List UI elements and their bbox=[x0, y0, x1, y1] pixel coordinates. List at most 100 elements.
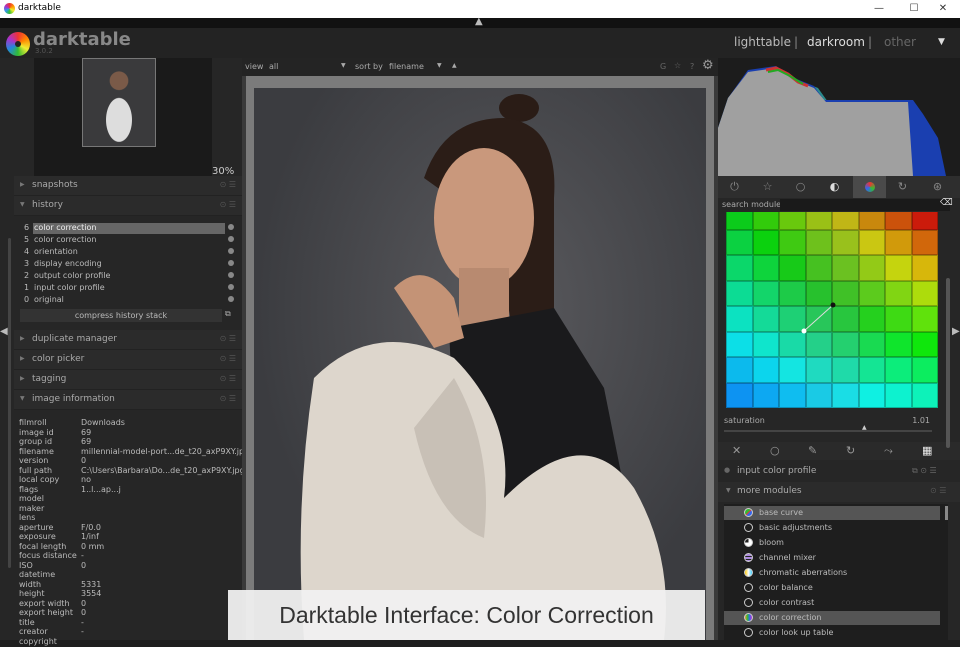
circle-icon[interactable]: ○ bbox=[770, 444, 780, 457]
reset-icon[interactable]: ⊙ ☰ bbox=[930, 486, 946, 495]
effect-group-tab-icon[interactable]: ⊛ bbox=[921, 176, 954, 198]
section-duplicate-manager[interactable]: ▶ duplicate manager ⊙ ☰ bbox=[14, 330, 242, 350]
expand-arrow-icon: ▶ bbox=[20, 355, 25, 362]
reset-icon[interactable]: ⊙ ☰ bbox=[220, 394, 236, 403]
view-darkroom[interactable]: darkroom bbox=[807, 35, 865, 49]
info-value: 0 bbox=[81, 608, 87, 617]
pencil-icon[interactable]: ✎ bbox=[808, 444, 817, 457]
section-history[interactable]: ▼ history ⊙ ☰ bbox=[14, 196, 242, 216]
basic-group-tab-circle-icon[interactable]: ○ bbox=[784, 176, 817, 198]
copy-history-icon[interactable]: ⧉ bbox=[225, 309, 235, 322]
info-value: F/0.0 bbox=[81, 522, 102, 532]
sort-direction-toggle[interactable]: ▲ bbox=[452, 62, 457, 69]
history-item[interactable]: 2 output color profile bbox=[24, 271, 234, 283]
grouping-button[interactable]: G bbox=[660, 62, 666, 71]
module-item[interactable]: bloom bbox=[724, 536, 940, 550]
info-key: focal length bbox=[19, 541, 67, 551]
module-item[interactable]: color correction bbox=[724, 611, 940, 625]
sort-select[interactable]: filename bbox=[389, 62, 424, 71]
favorites-tab-star-icon[interactable]: ☆ bbox=[751, 176, 784, 198]
saturation-slider[interactable]: ▲ bbox=[724, 424, 932, 432]
reset-icon[interactable]: ⊙ ☰ bbox=[220, 354, 236, 363]
module-item[interactable]: color look up table bbox=[724, 626, 940, 640]
history-item[interactable]: 4 orientation bbox=[24, 247, 234, 259]
right-scrollbar[interactable] bbox=[946, 278, 950, 448]
module-item[interactable]: color contrast bbox=[724, 596, 940, 610]
section-snapshots[interactable]: ▶ snapshots ⊙ ☰ bbox=[14, 176, 242, 196]
correct-group-tab-icon[interactable]: ↻ bbox=[886, 176, 919, 198]
rotate-icon[interactable]: ↻ bbox=[846, 444, 855, 457]
active-modules-tab-power-icon[interactable]: ⏻ bbox=[718, 176, 751, 198]
modules-list-scrollbar[interactable] bbox=[945, 506, 948, 520]
search-module-input[interactable] bbox=[780, 199, 950, 211]
history-label: input color profile bbox=[34, 283, 105, 292]
info-value: Downloads bbox=[81, 418, 125, 427]
history-item[interactable]: 5 color correction bbox=[24, 235, 234, 247]
clear-search-icon[interactable]: ⌫ bbox=[940, 198, 953, 208]
histogram[interactable] bbox=[718, 58, 960, 176]
chromatic-icon bbox=[744, 568, 753, 577]
checker-icon[interactable]: ▦ bbox=[922, 444, 932, 457]
tone-group-tab-icon[interactable]: ◐ bbox=[818, 176, 851, 198]
module-item[interactable]: channel mixer bbox=[724, 551, 940, 565]
navigation-thumbnail[interactable] bbox=[82, 58, 156, 147]
module-on-icon bbox=[228, 224, 234, 230]
history-item[interactable]: 1 input color profile bbox=[24, 283, 234, 295]
saturation-value[interactable]: 1.01 bbox=[912, 416, 930, 425]
path-icon[interactable]: ⤳ bbox=[884, 444, 893, 458]
minimize-button[interactable]: — bbox=[862, 0, 896, 18]
saturation-label-text: saturation bbox=[724, 416, 765, 425]
view-lighttable[interactable]: lighttable bbox=[734, 35, 791, 49]
help-icon[interactable]: ? bbox=[690, 62, 694, 71]
section-color-picker[interactable]: ▶ color picker ⊙ ☰ bbox=[14, 350, 242, 370]
top-panel-toggle[interactable]: ▲ bbox=[0, 16, 960, 28]
info-value: 0 bbox=[81, 598, 87, 608]
color-group-tab-icon[interactable] bbox=[853, 176, 886, 198]
reset-icon[interactable]: ⊙ ☰ bbox=[220, 374, 236, 383]
module-item[interactable]: base curve bbox=[724, 506, 940, 520]
main-photo[interactable] bbox=[254, 88, 706, 640]
color-correction-points[interactable] bbox=[726, 212, 938, 412]
history-label: display encoding bbox=[34, 259, 102, 268]
module-actions-icon[interactable]: ⧉ ⊙ ☰ bbox=[912, 466, 937, 476]
slider-handle-icon[interactable]: ▲ bbox=[862, 424, 867, 431]
star-overlay-icon[interactable]: ☆ bbox=[674, 61, 681, 70]
views-dropdown-icon[interactable]: ▼ bbox=[938, 37, 945, 47]
section-more-modules[interactable]: ▼ more modules ⊙ ☰ bbox=[718, 482, 960, 502]
reset-icon[interactable]: ⊙ ☰ bbox=[220, 180, 236, 189]
dropdown-arrow-icon[interactable]: ▼ bbox=[437, 62, 442, 69]
collapse-left-arrow-icon[interactable]: ◀ bbox=[0, 326, 8, 337]
section-image-information[interactable]: ▼ image information ⊙ ☰ bbox=[14, 390, 242, 410]
info-value: 5331 bbox=[81, 579, 102, 589]
header: darktable 3.0.2 lighttable | darkroom | … bbox=[0, 28, 960, 58]
view-other[interactable]: other bbox=[884, 35, 916, 49]
info-value: 1/inf bbox=[81, 532, 99, 541]
section-tagging[interactable]: ▶ tagging ⊙ ☰ bbox=[14, 370, 242, 390]
history-item[interactable]: 0 original bbox=[24, 295, 234, 307]
section-label: color picker bbox=[32, 354, 85, 364]
collapse-right-arrow-icon[interactable]: ▶ bbox=[952, 326, 960, 337]
view-filter-select[interactable]: all bbox=[269, 62, 349, 71]
collapse-top-arrow-icon[interactable]: ▲ bbox=[475, 16, 483, 27]
module-input-color-profile[interactable]: ● input color profile ⧉ ⊙ ☰ bbox=[718, 462, 960, 482]
reset-icon[interactable]: ⊙ ☰ bbox=[220, 200, 236, 209]
history-label: output color profile bbox=[34, 271, 111, 280]
gear-icon[interactable]: ⚙ bbox=[702, 58, 714, 73]
close-icon[interactable]: ✕ bbox=[732, 444, 741, 457]
power-icon[interactable]: ● bbox=[724, 466, 730, 474]
module-toolbar: ✕ ○ ✎ ↻ ⤳ ▦ bbox=[718, 442, 960, 460]
history-item[interactable]: 6 color correction bbox=[24, 223, 234, 235]
left-scrollbar[interactable] bbox=[8, 238, 11, 568]
module-item[interactable]: chromatic aberrations bbox=[724, 566, 940, 580]
history-item[interactable]: 3 display encoding bbox=[24, 259, 234, 271]
info-key: lens bbox=[19, 513, 36, 522]
reset-icon[interactable]: ⊙ ☰ bbox=[220, 334, 236, 343]
darktable-logo-icon bbox=[6, 32, 30, 56]
expand-arrow-icon: ▶ bbox=[20, 375, 25, 382]
compress-history-button[interactable]: compress history stack bbox=[20, 309, 222, 322]
close-button[interactable]: ✕ bbox=[926, 0, 960, 18]
navigation-preview[interactable] bbox=[34, 58, 212, 176]
module-item[interactable]: basic adjustments bbox=[724, 521, 940, 535]
dropdown-arrow-icon[interactable]: ▼ bbox=[341, 62, 346, 69]
module-item[interactable]: color balance bbox=[724, 581, 940, 595]
